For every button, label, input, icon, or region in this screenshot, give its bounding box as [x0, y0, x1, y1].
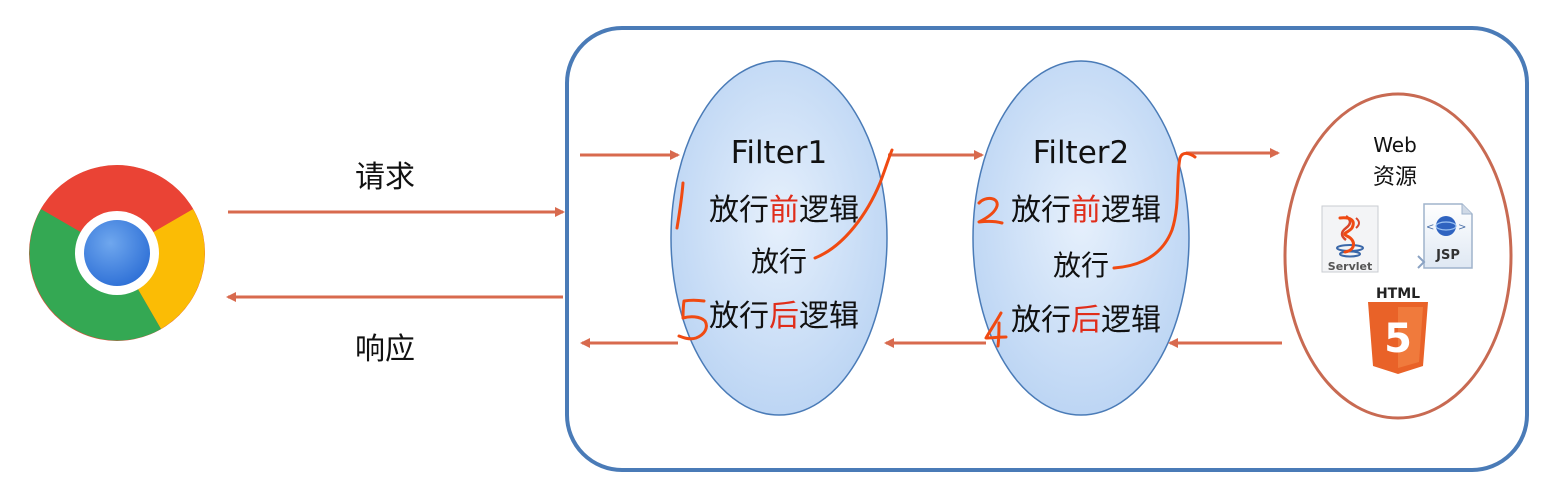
chrome-logo-icon	[29, 165, 205, 341]
filter1-node: Filter1 放行前逻辑 放行 放行后逻辑	[670, 60, 888, 416]
resource-title-line2: 资源	[1373, 165, 1417, 190]
servlet-label: Servlet	[1328, 260, 1372, 273]
filter2-title: Filter2	[1033, 135, 1130, 171]
request-label: 请求	[355, 160, 415, 195]
resource-title-line1: Web	[1373, 133, 1417, 157]
response-label: 响应	[355, 332, 415, 367]
filter1-pass: 放行	[751, 245, 807, 278]
jsp-icon: < > JSP	[1417, 203, 1473, 269]
filter2-post-logic: 放行后逻辑	[1011, 303, 1161, 338]
html5-icon: HTML 5	[1368, 286, 1428, 374]
html5-badge: 5	[1384, 316, 1412, 362]
svg-text:<: <	[1426, 222, 1434, 233]
filter2-pass: 放行	[1053, 249, 1109, 282]
filter2-pre-logic: 放行前逻辑	[1011, 193, 1161, 228]
filter1-title: Filter1	[731, 135, 828, 171]
filter1-post-logic: 放行后逻辑	[709, 299, 859, 334]
svg-text:>: >	[1458, 222, 1466, 233]
html-label: HTML	[1376, 286, 1420, 302]
filter1-pre-logic: 放行前逻辑	[709, 193, 859, 228]
jsp-label: JSP	[1435, 248, 1460, 263]
filter-chain-diagram: 请求 响应 Filter1 放行前逻辑 放行 放行后逻辑 Filter2 放行前…	[29, 26, 1529, 472]
filter2-node: Filter2 放行前逻辑 放行 放行后逻辑	[972, 60, 1190, 416]
web-resource-node: Web 资源 Servlet < > JSP HTML 5	[1283, 92, 1513, 420]
